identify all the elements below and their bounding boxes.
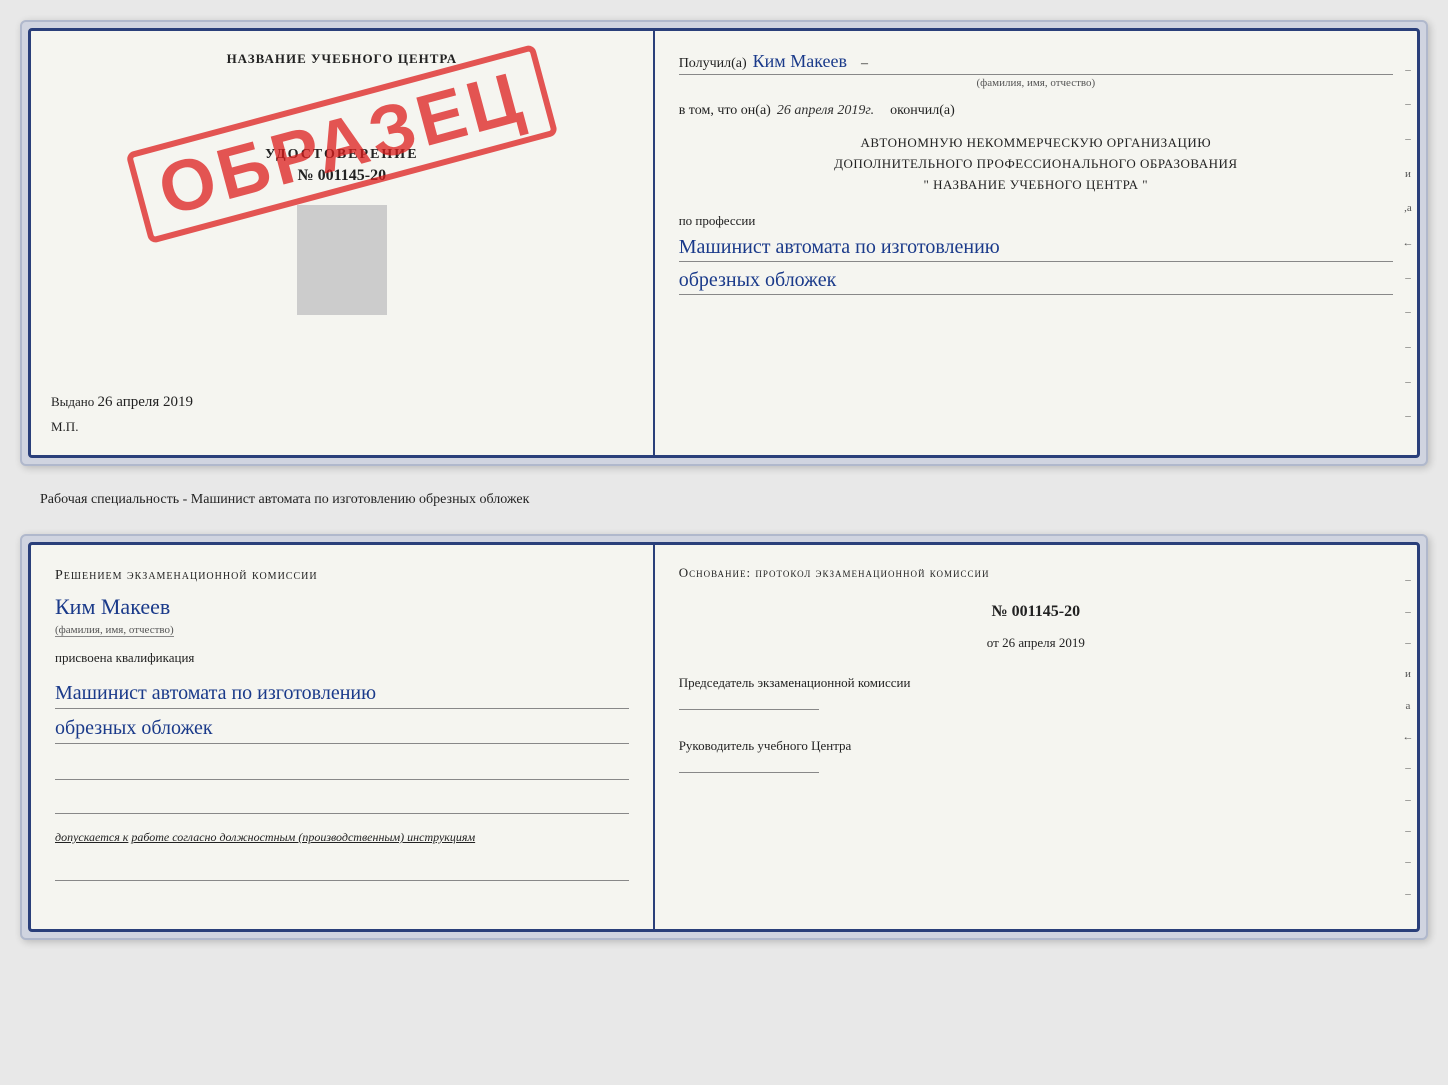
dopuskaetsya-text: допускается к работе согласно должностны… xyxy=(55,830,629,845)
rukovoditel-label: Руководитель учебного Центра xyxy=(679,738,1393,754)
okonchil-label: окончил(а) xyxy=(890,103,955,119)
top-right-panel: Получил(а) Ким Макеев – (фамилия, имя, о… xyxy=(655,31,1417,455)
bottom-fio-label: (фамилия, имя, отчество) xyxy=(55,624,174,637)
prisvoena-label: присвоена квалификация xyxy=(55,650,629,666)
resheniem-label: Решением экзаменационной комиссии xyxy=(55,565,629,586)
qualification-block: Машинист автомата по изготовлению обрезн… xyxy=(55,674,629,744)
poluchil-label: Получил(а) xyxy=(679,56,747,72)
photo-placeholder xyxy=(297,205,387,315)
org-line1: АВТОНОМНУЮ НЕКОММЕРЧЕСКУЮ ОРГАНИЗАЦИЮ xyxy=(679,133,1393,154)
predsedatel-label: Председатель экзаменационной комиссии xyxy=(679,675,1393,691)
qual-line2: обрезных обложек xyxy=(55,713,629,744)
osnovanie-label: Основание: протокол экзаменационной коми… xyxy=(679,565,1393,581)
bottom-name-block: Ким Макеев (фамилия, имя, отчество) xyxy=(55,594,629,638)
ot-prefix: от xyxy=(987,635,999,650)
middle-caption: Рабочая специальность - Машинист автомат… xyxy=(20,482,1428,518)
top-left-panel: НАЗВАНИЕ УЧЕБНОГО ЦЕНТРА ОБРАЗЕЦ УДОСТОВ… xyxy=(31,31,655,455)
middle-caption-text: Рабочая специальность - Машинист автомат… xyxy=(40,492,529,507)
bottom-document: Решением экзаменационной комиссии Ким Ма… xyxy=(28,542,1420,932)
po-professii-section: по профессии Машинист автомата по изгото… xyxy=(679,209,1393,295)
blank-line-2 xyxy=(55,794,629,814)
bottom-document-outer: Решением экзаменационной комиссии Ким Ма… xyxy=(20,534,1428,940)
predsedatel-block: Председатель экзаменационной комиссии xyxy=(679,675,1393,714)
org-line3: " НАЗВАНИЕ УЧЕБНОГО ЦЕНТРА " xyxy=(679,175,1393,196)
top-left-title: НАЗВАНИЕ УЧЕБНОГО ЦЕНТРА xyxy=(227,51,458,67)
bottom-recipient-name: Ким Макеев xyxy=(55,594,629,620)
predsedatel-sig-line xyxy=(679,709,819,710)
org-line2: ДОПОЛНИТЕЛЬНОГО ПРОФЕССИОНАЛЬНОГО ОБРАЗО… xyxy=(679,154,1393,175)
top-document-outer: НАЗВАНИЕ УЧЕБНОГО ЦЕНТРА ОБРАЗЕЦ УДОСТОВ… xyxy=(20,20,1428,466)
bottom-right-panel: Основание: протокол экзаменационной коми… xyxy=(655,545,1417,929)
bottom-date-value: 26 апреля 2019 xyxy=(1002,635,1085,650)
blank-line-3 xyxy=(55,861,629,881)
profession-line2: обрезных обложек xyxy=(679,266,1393,295)
bottom-left-panel: Решением экзаменационной комиссии Ким Ма… xyxy=(31,545,655,929)
dopuskaetsya-prefix: допускается к xyxy=(55,830,128,844)
vtom-row: в том, что он(а) 26 апреля 2019г. окончи… xyxy=(679,103,1393,119)
blank-lines xyxy=(55,760,629,814)
qual-line1: Машинист автомата по изготовлению xyxy=(55,678,629,709)
profession-line1: Машинист автомата по изготовлению xyxy=(679,233,1393,262)
page-wrapper: НАЗВАНИЕ УЧЕБНОГО ЦЕНТРА ОБРАЗЕЦ УДОСТОВ… xyxy=(20,20,1428,940)
right-side-lines-top: – – – и ,а ← – – – – – xyxy=(1399,31,1417,455)
dopuskaetsya-underline: работе согласно должностным (производств… xyxy=(131,830,475,844)
vydano-line: Выдано 26 апреля 2019 xyxy=(51,374,193,411)
vydano-date: 26 апреля 2019 xyxy=(98,394,194,410)
fio-label-top: (фамилия, имя, отчество) xyxy=(679,77,1393,89)
po-professii-label: по профессии xyxy=(679,213,1393,229)
vtom-label: в том, что он(а) xyxy=(679,103,771,119)
stamp-area: ОБРАЗЕЦ УДОСТОВЕРЕНИЕ № 001145-20 xyxy=(51,87,633,374)
cert-body: АВТОНОМНУЮ НЕКОММЕРЧЕСКУЮ ОРГАНИЗАЦИЮ ДО… xyxy=(679,133,1393,195)
recipient-name: Ким Макеев xyxy=(753,51,847,72)
top-document: НАЗВАНИЕ УЧЕБНОГО ЦЕНТРА ОБРАЗЕЦ УДОСТОВ… xyxy=(28,28,1420,458)
protocol-number: № 001145-20 xyxy=(679,603,1393,621)
vydano-label: Выдано xyxy=(51,394,94,409)
rukovoditel-sig-line xyxy=(679,772,819,773)
completion-date: 26 апреля 2019г. xyxy=(777,103,874,119)
right-side-lines-bottom: – – – и а ← – – – – – xyxy=(1399,545,1417,929)
poluchil-row: Получил(а) Ким Макеев – (фамилия, имя, о… xyxy=(679,51,1393,89)
ot-date-row: от 26 апреля 2019 xyxy=(679,635,1393,651)
rukovoditel-block: Руководитель учебного Центра xyxy=(679,738,1393,777)
blank-line-1 xyxy=(55,760,629,780)
mp-label: М.П. xyxy=(51,419,78,435)
